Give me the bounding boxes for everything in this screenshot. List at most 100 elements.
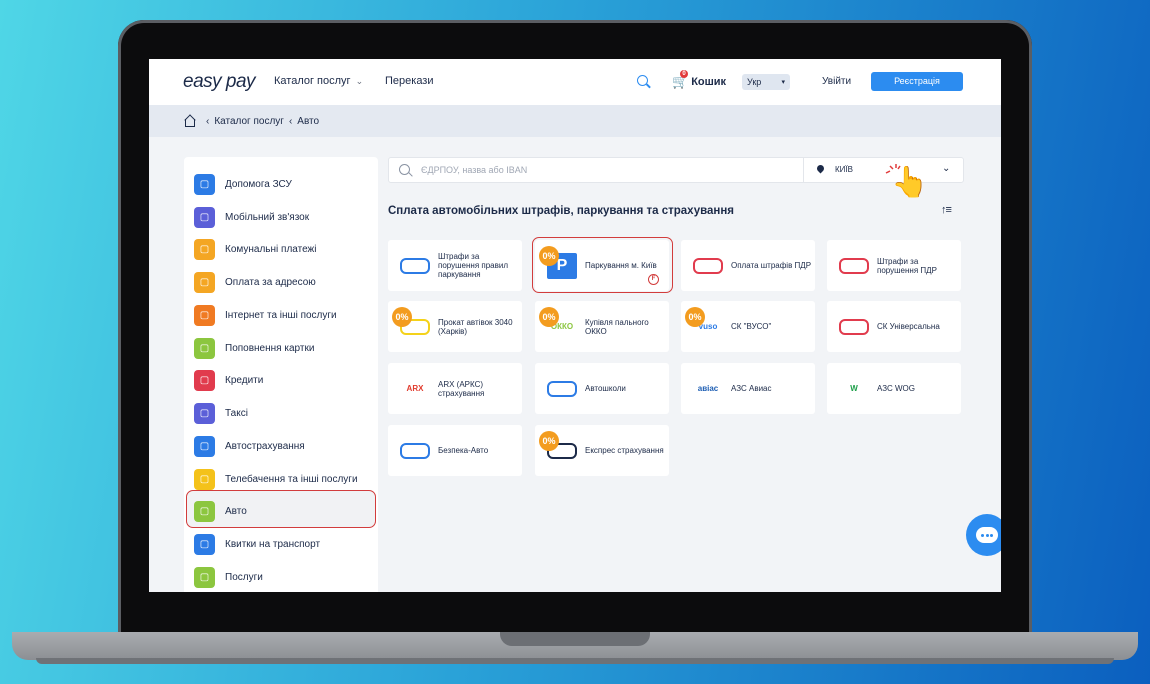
card-label: Автошколи	[585, 384, 626, 393]
laptop-notch	[500, 632, 650, 646]
transfers-link[interactable]: Перекази	[385, 75, 434, 87]
bus-icon: ▢	[194, 533, 215, 555]
search-input[interactable]: ЄДРПОУ, назва або IBAN	[421, 165, 527, 175]
zero-commission-badge: 0%	[539, 307, 559, 327]
service-card[interactable]: ARX ARX (АРКС) страхування	[388, 363, 522, 414]
sidebar-item[interactable]: ▢ Мобільний зв'язок	[194, 206, 368, 228]
sidebar-item-label: Поповнення картки	[225, 342, 315, 354]
zero-commission-badge: 0%	[539, 246, 559, 266]
tv-icon: ▢	[194, 468, 215, 490]
service-card[interactable]: Оплата штрафів ПДР	[681, 240, 815, 291]
card-label: Паркування м. Київ	[585, 261, 657, 270]
sidebar-item[interactable]: ▢ Інтернет та інші послуги	[194, 304, 368, 326]
sidebar-item[interactable]: ▢ Послуги	[194, 566, 368, 588]
card-label: Прокат автівок 3040 (Харків)	[438, 317, 513, 336]
card-label: СК "ВУСО"	[731, 322, 772, 331]
chat-icon	[976, 527, 998, 543]
search-icon[interactable]	[637, 75, 648, 86]
sidebar-item-label: Послуги	[225, 571, 263, 583]
card-logo-icon	[839, 318, 869, 335]
card-label: Оплата штрафів ПДР	[731, 261, 812, 270]
chat-button[interactable]	[966, 514, 1001, 556]
breadcrumb: ‹ Каталог послуг ‹ Авто	[149, 105, 1001, 137]
city-select[interactable]: КИЇВ	[835, 165, 853, 174]
sidebar-item-label: Авто	[225, 505, 247, 517]
sidebar-item-label: Мобільний зв'язок	[225, 211, 310, 223]
sort-icon[interactable]: ↑≡	[941, 204, 952, 216]
bank-icon: ▢	[194, 369, 215, 391]
service-card[interactable]: Штрафи за порушення правил паркування	[388, 240, 522, 291]
chevron-down-icon[interactable]: ⌄	[942, 163, 950, 174]
card-label: Купівля пального ОККО	[585, 317, 649, 336]
category-sidebar: ▢ Допомога ЗСУ ▢ Мобільний зв'язок ▢ Комуналь…	[184, 157, 378, 592]
sidebar-item-label: Допомога ЗСУ	[225, 178, 292, 190]
card-label: ARX (АРКС) страхування	[438, 379, 485, 398]
bulb-icon: ▢	[194, 238, 215, 260]
sidebar-item[interactable]: ▢ Комунальні платежі	[194, 238, 368, 260]
search-icon	[399, 164, 410, 175]
cart-button[interactable]: 🛒 0 Кошик	[672, 70, 727, 90]
sidebar-item[interactable]: ▢ Поповнення картки	[194, 337, 368, 359]
card-logo-icon	[400, 257, 430, 274]
service-card[interactable]: СК Універсальна	[827, 301, 961, 352]
card-logo-icon: ARX	[406, 384, 424, 393]
chevron-left-icon: ‹	[288, 115, 293, 127]
service-card[interactable]: Автошколи	[535, 363, 669, 414]
army-help-icon: ▢	[194, 173, 215, 195]
favorite-badge-icon[interactable]: F	[648, 274, 659, 285]
service-card[interactable]: Безпека-Авто	[388, 425, 522, 476]
card-label: СК Універсальна	[877, 322, 940, 331]
cart-icon: 🛒 0	[672, 70, 689, 89]
breadcrumb-catalog[interactable]: Каталог послуг	[214, 116, 284, 127]
card-logo-icon	[547, 380, 577, 397]
sidebar-item-label: Таксі	[225, 407, 248, 419]
chevron-left-icon: ‹	[206, 115, 210, 127]
sidebar-item[interactable]: ▢ Кредити	[194, 369, 368, 391]
sidebar-item[interactable]: ▢ Авто	[194, 500, 368, 522]
home-icon[interactable]	[184, 116, 195, 127]
card-logo-icon: авіас	[697, 384, 719, 393]
laptop-base-bottom	[36, 658, 1114, 664]
card-label: Штрафи за порушення ПДР	[877, 256, 937, 275]
easypay-logo[interactable]: easy pay	[183, 71, 256, 93]
service-card[interactable]: W АЗС WOG	[827, 363, 961, 414]
catalog-label: Каталог послуг	[274, 75, 351, 87]
language-select[interactable]: Укр ▾	[742, 74, 790, 90]
phone-icon: ▢	[194, 206, 215, 228]
service-card[interactable]: Прокат автівок 3040 (Харків) 0%	[388, 301, 522, 352]
sidebar-item-label: Комунальні платежі	[225, 243, 317, 255]
sidebar-item-label: Кредити	[225, 374, 264, 386]
service-card[interactable]: vuso СК "ВУСО" 0%	[681, 301, 815, 352]
top-header: easy pay Каталог послуг ⌄ Перекази 🛒 0 Кош…	[149, 59, 1001, 105]
location-pin-icon	[815, 163, 826, 174]
sidebar-item[interactable]: ▢ Допомога ЗСУ	[194, 173, 368, 195]
search-divider	[803, 158, 804, 182]
service-card[interactable]: Експрес страхування 0%	[535, 425, 669, 476]
pointing-hand-icon: 👆	[891, 166, 929, 199]
service-card[interactable]: ОККО Купівля пального ОККО 0%	[535, 301, 669, 352]
card-label: АЗС WOG	[877, 384, 915, 393]
zero-commission-badge: 0%	[685, 307, 705, 327]
sidebar-item-label: Автострахування	[225, 440, 305, 452]
register-button[interactable]: Реєстрація	[871, 72, 963, 91]
cart-count-badge: 0	[680, 70, 688, 78]
catalog-menu[interactable]: Каталог послуг ⌄	[274, 75, 363, 87]
service-card[interactable]: авіас АЗС Авиас	[681, 363, 815, 414]
service-card[interactable]: P Паркування м. Київ 0% F	[535, 240, 669, 291]
card-logo-icon	[400, 442, 430, 459]
sidebar-item-label: Інтернет та інші послуги	[225, 309, 337, 321]
chevron-down-icon: ▾	[781, 79, 785, 86]
sidebar-item[interactable]: ▢ Квитки на транспорт	[194, 533, 368, 555]
cart-label: Кошик	[691, 76, 727, 88]
breadcrumb-auto[interactable]: Авто	[297, 116, 319, 127]
login-link[interactable]: Увійти	[822, 76, 851, 87]
sidebar-item[interactable]: ▢ Телебачення та інші послуги	[194, 468, 368, 490]
card-label: Експрес страхування	[585, 446, 664, 455]
service-card[interactable]: Штрафи за порушення ПДР	[827, 240, 961, 291]
sidebar-item[interactable]: ▢ Оплата за адресою	[194, 271, 368, 293]
sidebar-item[interactable]: ▢ Автострахування	[194, 435, 368, 457]
chevron-down-icon: ⌄	[355, 76, 364, 86]
card-logo-icon	[839, 257, 869, 274]
sidebar-item[interactable]: ▢ Таксі	[194, 402, 368, 424]
taxi-icon: ▢	[194, 402, 215, 424]
